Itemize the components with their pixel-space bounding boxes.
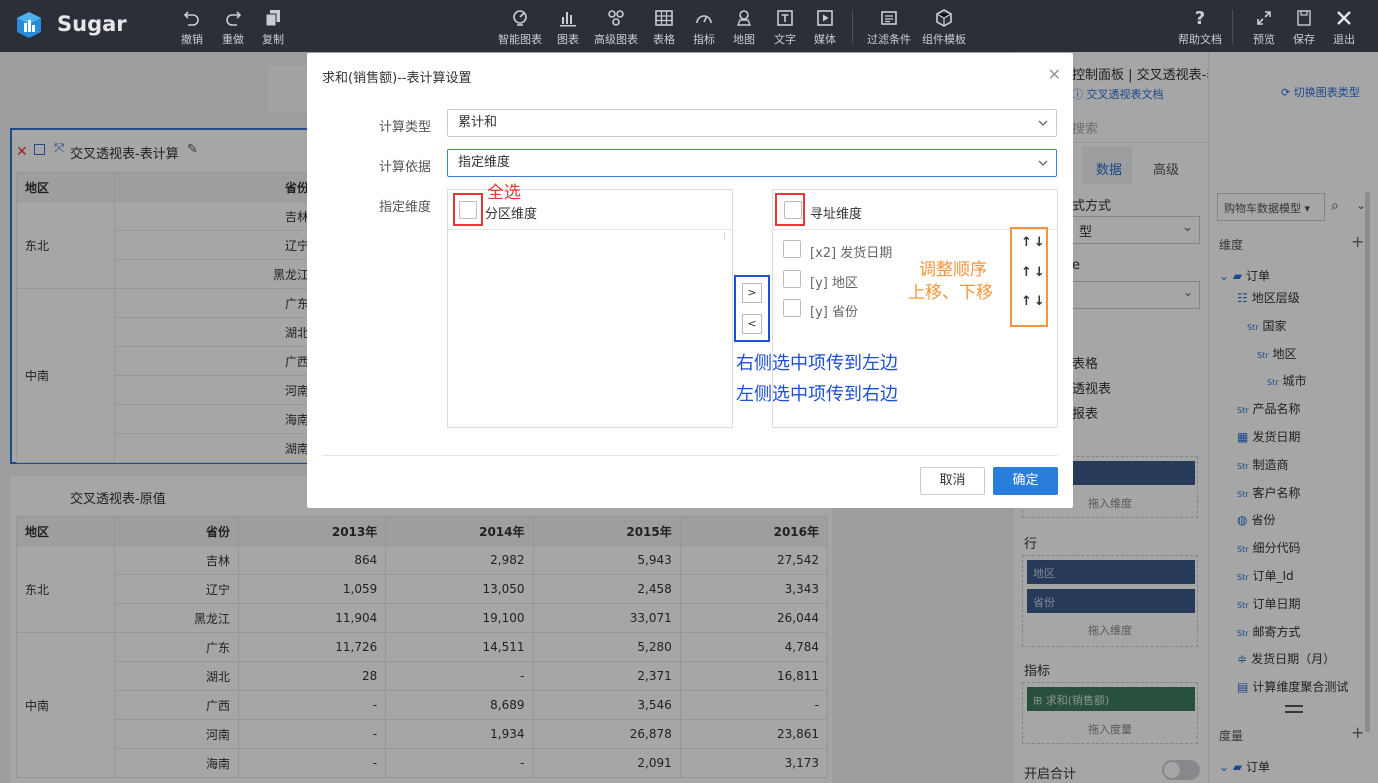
chart-label: 图表	[557, 33, 579, 46]
item-label: [x2] 发货日期	[810, 246, 893, 261]
advanced-chart-icon	[608, 10, 624, 26]
save-icon	[1297, 10, 1311, 26]
media-label: 媒体	[814, 33, 836, 46]
close-icon	[1337, 11, 1351, 25]
help-icon: ?	[1195, 8, 1205, 28]
sugar-logo-icon	[17, 12, 41, 38]
table-icon	[655, 10, 673, 26]
annotation-reorder-1: 调整顺序	[919, 260, 987, 280]
annotation-highlight	[734, 275, 770, 342]
addressing-header-label: 寻址维度	[810, 207, 863, 222]
media-icon	[817, 10, 833, 26]
annotation-highlight	[453, 193, 483, 226]
cancel-button[interactable]: 取消	[920, 467, 985, 495]
dialog-footer-divider	[322, 455, 1058, 456]
partition-dims-list[interactable]: 分区维度	[447, 189, 733, 428]
list-item[interactable]: [y] 省份	[773, 299, 1013, 329]
filter-label: 过滤条件	[867, 33, 911, 46]
partition-header-label: 分区维度	[485, 207, 538, 222]
template-icon	[936, 9, 952, 27]
copy-label: 复制	[262, 33, 284, 46]
item-checkbox[interactable]	[783, 299, 801, 317]
annotation-transfer-1: 右侧选中项传到左边	[736, 353, 898, 374]
annotation-highlight	[1010, 227, 1048, 327]
top-toolbar: Sugar 撤销 重做 复制 智能图表 图表 高级图表 表格 指标 地图 文字	[0, 0, 1378, 52]
advanced-chart-button[interactable]: 高级图表	[592, 8, 640, 47]
template-label: 组件模板	[922, 33, 966, 46]
help-label: 帮助文档	[1178, 33, 1222, 46]
map-pin-icon	[736, 10, 752, 26]
media-button[interactable]: 媒体	[801, 8, 849, 47]
toolbar-divider	[852, 10, 853, 44]
redo-icon	[226, 11, 242, 26]
calc-basis-label: 计算依据	[378, 160, 431, 175]
svg-text:?: ?	[1195, 8, 1205, 28]
text-icon	[777, 10, 793, 26]
annotation-highlight	[775, 193, 805, 226]
table-calc-dialog: 求和(销售额)--表计算设置 ✕ 计算类型 累计和 计算依据 指定维度 指定维度…	[307, 53, 1073, 508]
confirm-button[interactable]: 确定	[993, 467, 1058, 495]
annotation-transfer-2: 左侧选中项传到右边	[736, 384, 898, 405]
chart-button[interactable]: 图表	[544, 8, 592, 47]
copy-icon	[265, 10, 280, 27]
copy-button[interactable]: 复制	[249, 8, 297, 47]
close-icon[interactable]: ✕	[1048, 65, 1061, 84]
calc-type-select[interactable]: 累计和	[447, 109, 1057, 137]
template-button[interactable]: 组件模板	[920, 8, 968, 47]
advanced-chart-label: 高级图表	[594, 33, 638, 46]
item-checkbox[interactable]	[783, 270, 801, 288]
expand-icon	[1257, 11, 1271, 25]
calc-basis-value: 指定维度	[458, 155, 511, 170]
addressing-list-header: 寻址维度	[773, 190, 1057, 230]
toolbar-divider	[1232, 10, 1233, 44]
smart-chart-icon	[513, 10, 527, 26]
dims-label: 指定维度	[378, 200, 431, 215]
smart-chart-button[interactable]: 智能图表	[496, 8, 544, 47]
annotation-reorder-2: 上移、下移	[908, 283, 993, 303]
scrollbar	[724, 232, 725, 240]
brand-name: Sugar	[57, 12, 127, 36]
gauge-icon	[696, 15, 712, 24]
item-label: [y] 省份	[810, 305, 858, 320]
calc-type-label: 计算类型	[378, 120, 431, 135]
exit-label: 退出	[1333, 33, 1355, 46]
exit-button[interactable]: 退出	[1320, 8, 1368, 47]
smart-chart-label: 智能图表	[498, 33, 542, 46]
item-checkbox[interactable]	[783, 240, 801, 258]
calc-type-value: 累计和	[458, 115, 498, 130]
filter-icon	[881, 11, 897, 25]
calc-basis-select[interactable]: 指定维度	[447, 149, 1057, 177]
annotation-select-all: 全选	[487, 183, 521, 203]
chevron-down-icon	[1038, 160, 1048, 166]
dialog-title: 求和(销售额)--表计算设置	[322, 71, 472, 86]
undo-icon	[183, 11, 199, 26]
chevron-down-icon	[1038, 120, 1048, 126]
chart-icon	[560, 12, 576, 27]
item-label: [y] 地区	[810, 276, 858, 291]
filter-button[interactable]: 过滤条件	[865, 8, 913, 47]
help-button[interactable]: ? 帮助文档	[1176, 8, 1224, 47]
